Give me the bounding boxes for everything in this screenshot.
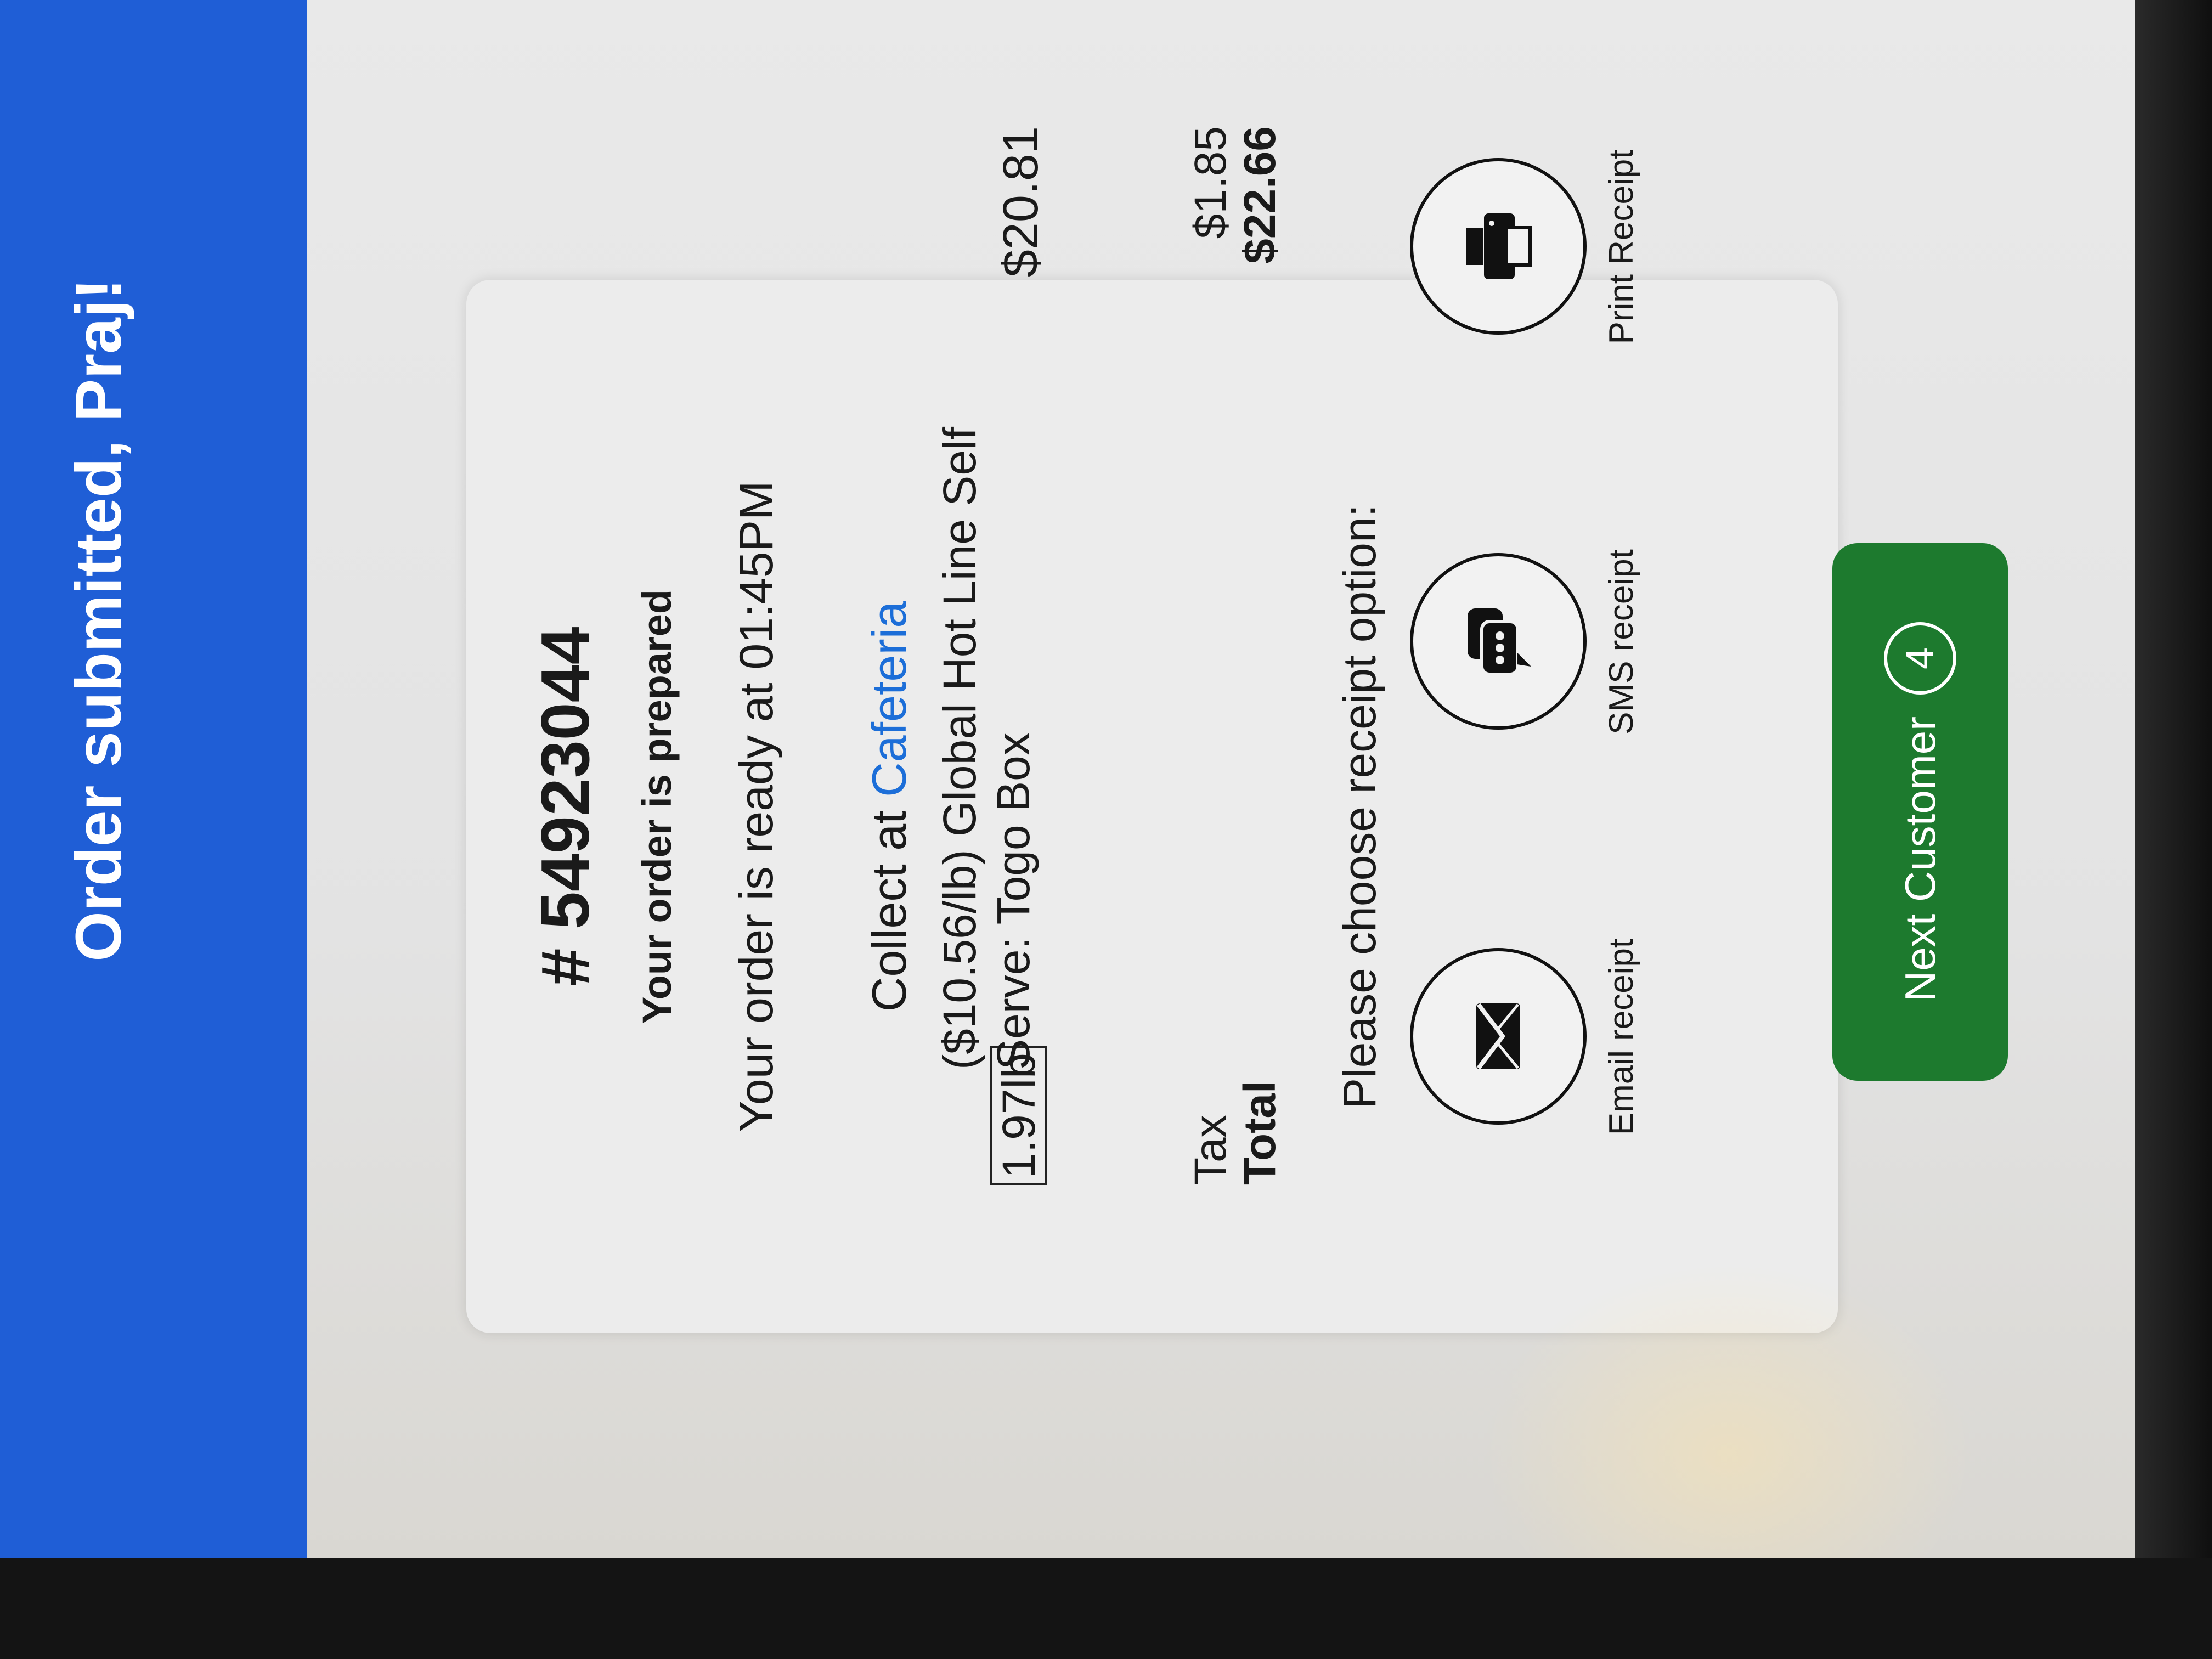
envelope-icon — [1476, 1003, 1520, 1070]
print-receipt-label: Print Receipt — [1602, 149, 1640, 345]
collect-location-link[interactable]: Cafeteria — [862, 601, 916, 797]
order-status: Your order is prepared — [634, 589, 680, 1024]
device-bezel-bottom — [0, 1558, 2212, 1659]
total-value: $22.66 — [1235, 126, 1285, 264]
ready-time: Your order is ready at 01:45PM — [730, 481, 783, 1132]
collect-location-line: Collect at Cafeteria — [861, 280, 917, 1333]
item-price: $20.81 — [994, 126, 1048, 278]
tax-row: Tax $1.85 — [1185, 115, 1237, 1185]
email-receipt-label: Email receipt — [1602, 938, 1640, 1136]
tax-label: Tax — [1186, 1115, 1235, 1185]
kiosk-screen: Order submitted, Praj! # 54923044 Your o… — [0, 0, 2212, 1659]
device-bezel-right — [2135, 0, 2212, 1659]
sms-receipt-button[interactable] — [1410, 553, 1587, 730]
next-customer-label: Next Customer — [1895, 716, 1944, 1002]
print-receipt-button[interactable] — [1410, 158, 1587, 335]
email-receipt-option[interactable]: Email receipt — [1410, 900, 1640, 1174]
collect-prefix: Collect at — [862, 810, 916, 1012]
countdown-badge: 4 — [1884, 622, 1956, 695]
total-label: Total — [1235, 1081, 1285, 1185]
item-description: ($10.56/lb) Global Hot Line Self Serve: … — [934, 426, 1039, 1070]
header-banner: Order submitted, Praj! — [0, 0, 307, 1569]
line-item: 1.97lb ($10.56/lb) Global Hot Line Self … — [922, 115, 1086, 1185]
sms-receipt-label: SMS receipt — [1602, 549, 1640, 735]
chat-bubbles-icon — [1468, 608, 1531, 676]
receipt-prompt: Please choose receipt option: — [1334, 504, 1385, 1109]
email-receipt-button[interactable] — [1410, 948, 1587, 1125]
page-title: Order submitted, Praj! — [63, 278, 135, 962]
total-row: Total $22.66 — [1234, 115, 1286, 1185]
tax-value: $1.85 — [1186, 126, 1235, 239]
printer-icon — [1466, 213, 1532, 279]
order-number: # 54923044 — [528, 627, 603, 986]
order-summary-card: # 54923044 Your order is prepared Your o… — [466, 126, 1838, 1333]
next-customer-button[interactable]: Next Customer 4 — [1832, 543, 2008, 1081]
print-receipt-option[interactable]: Print Receipt — [1410, 110, 1640, 384]
sms-receipt-option[interactable]: SMS receipt — [1410, 505, 1640, 779]
